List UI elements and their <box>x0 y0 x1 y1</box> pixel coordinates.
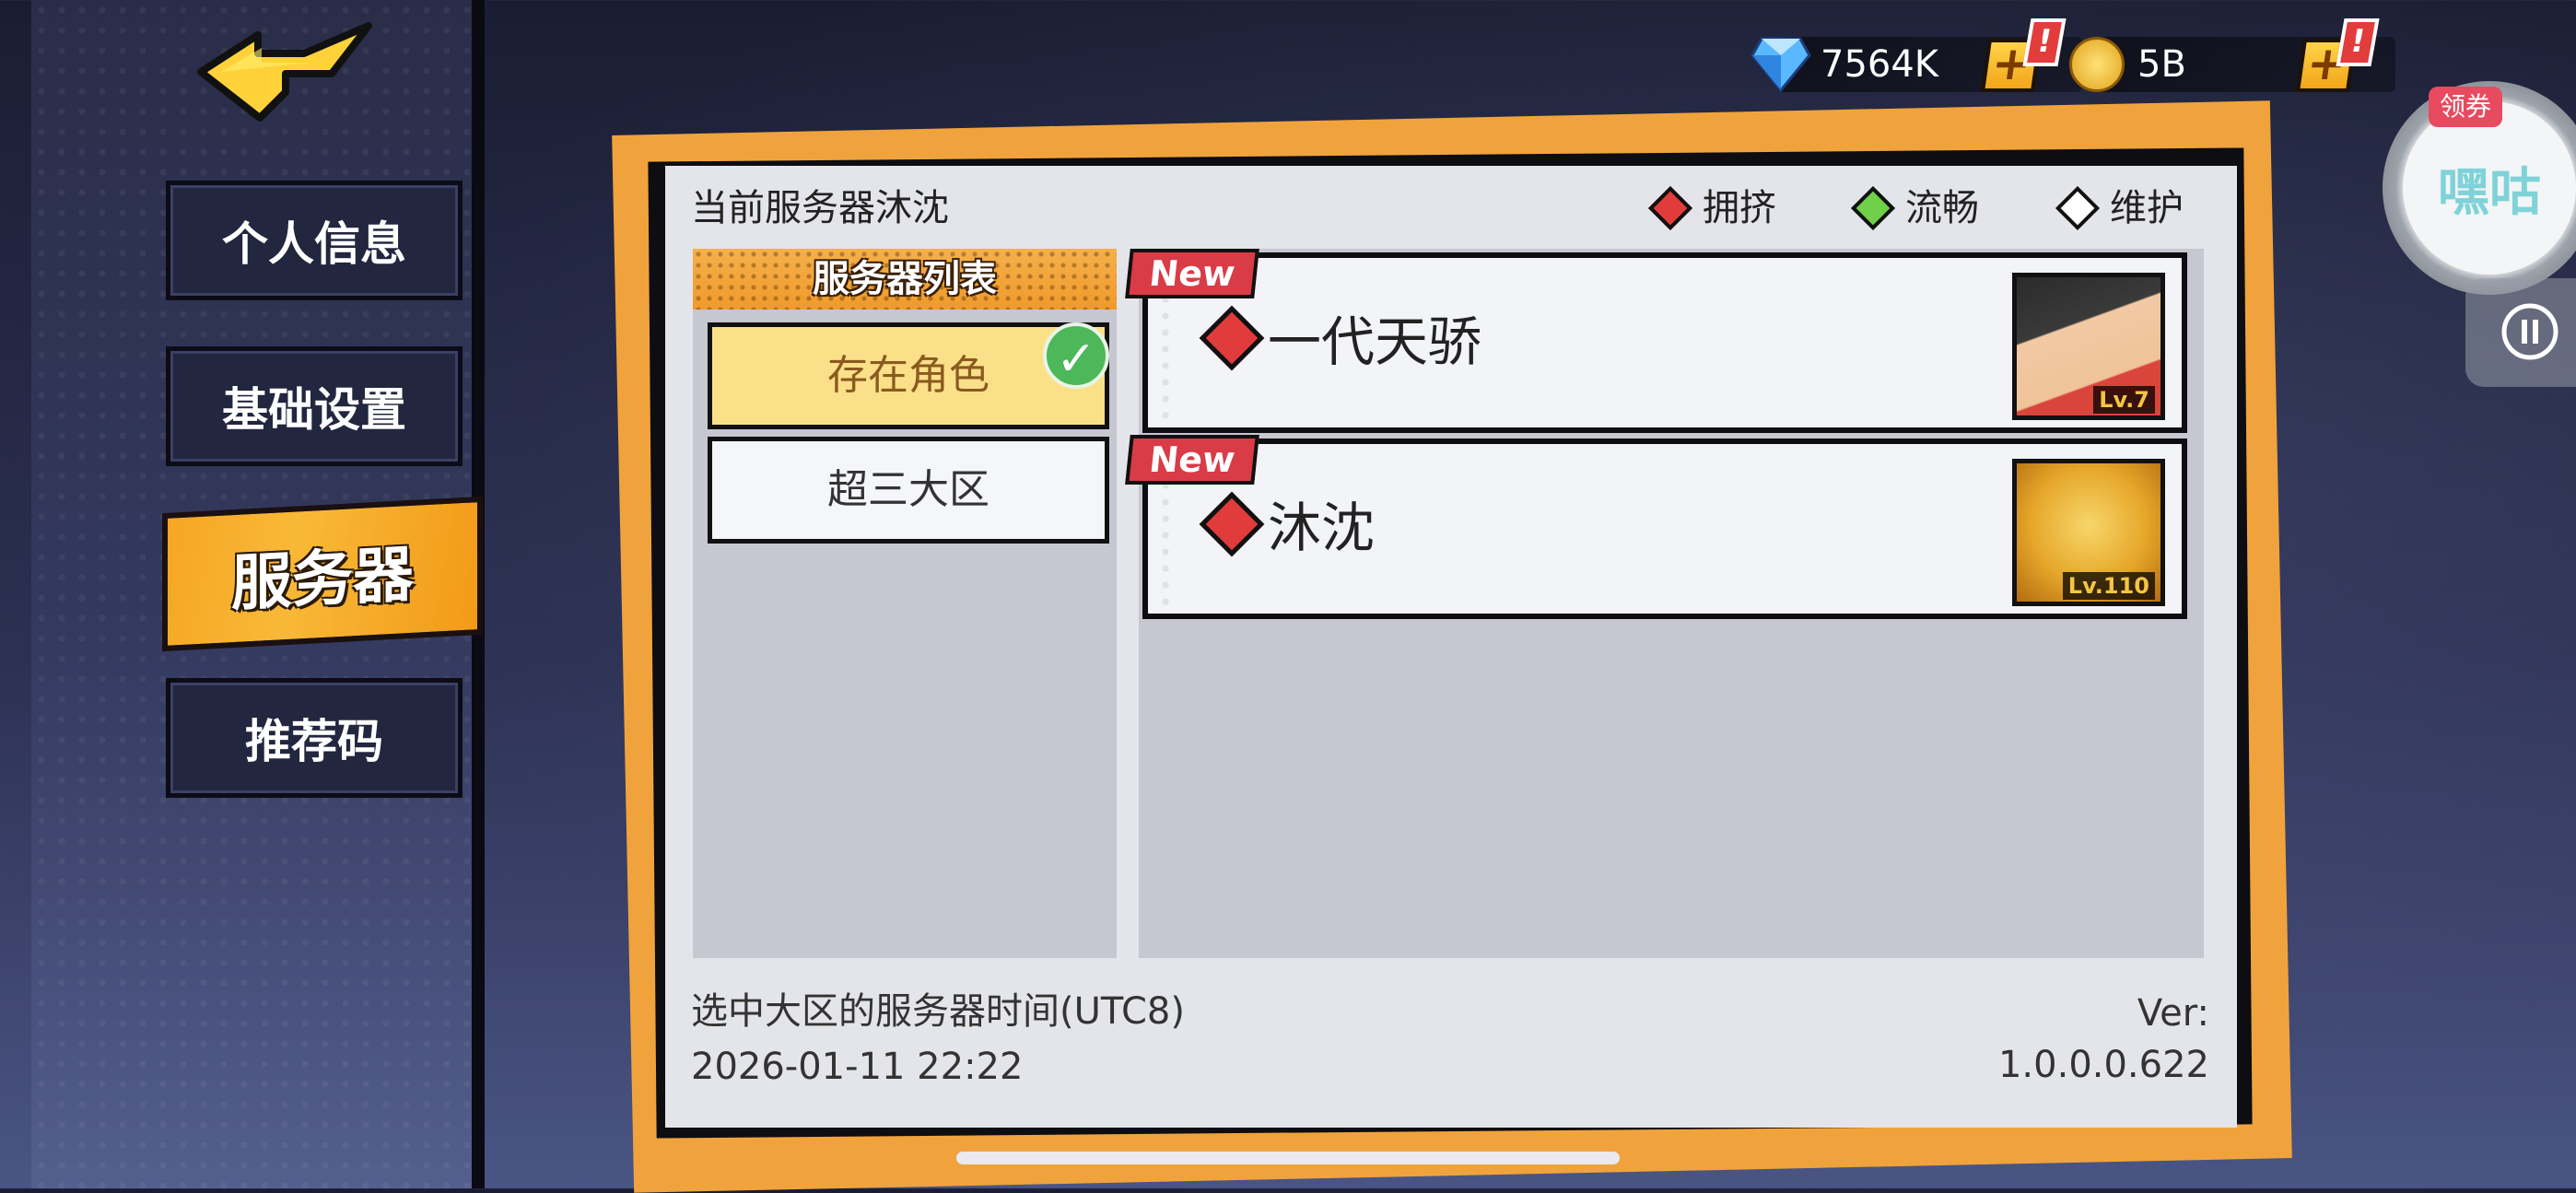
status-diamond-icon <box>2055 185 2101 231</box>
legend-label: 拥挤 <box>1703 187 1776 229</box>
status-diamond-icon <box>1850 185 1896 231</box>
status-diamond-icon <box>1199 491 1265 557</box>
status-diamond-icon <box>1199 305 1265 371</box>
legend-smooth: 流畅 <box>1850 182 1979 234</box>
character-level: Lv.110 <box>2062 572 2155 600</box>
legend-label: 流畅 <box>1905 187 1979 229</box>
server-card-muchen[interactable]: 沐沈 Lv.110 <box>1142 439 2187 619</box>
legend-label: 维护 <box>2110 187 2184 229</box>
status-diamond-icon <box>1647 185 1693 231</box>
character-level: Lv.7 <box>2093 386 2155 414</box>
server-card-yidaitianjiao[interactable]: 一代天骄 Lv.7 <box>1142 252 2187 433</box>
gems-amount: 7564K <box>1821 43 1939 86</box>
new-badge: New <box>1125 435 1259 485</box>
coupon-logo: 嘿咕 <box>2403 101 2576 275</box>
sidebar-item-label: 个人信息 <box>222 217 406 271</box>
sidebar-item-settings[interactable]: 基础设置 <box>166 346 463 466</box>
legend-maintenance: 维护 <box>2055 182 2184 234</box>
category-super-region[interactable]: 超三大区 <box>708 437 1109 544</box>
sidebar-item-profile[interactable]: 个人信息 <box>166 181 463 300</box>
pause-button[interactable] <box>2465 278 2576 387</box>
sidebar-item-server[interactable]: 服务器 <box>162 496 483 652</box>
server-name: 一代天骄 <box>1268 310 1482 373</box>
sidebar-item-label: 基础设置 <box>222 383 406 437</box>
server-list-title: 服务器列表 <box>693 249 1117 310</box>
version-label: Ver: 1.0.0.0.622 <box>1997 992 2209 1086</box>
character-avatar: Lv.110 <box>2012 459 2165 606</box>
pause-icon <box>2501 303 2558 360</box>
gold-coin-icon <box>2069 37 2125 92</box>
back-arrow-icon[interactable] <box>193 7 378 127</box>
server-name: 沐沈 <box>1268 497 1376 559</box>
sidebar-item-label: 推荐码 <box>245 715 383 768</box>
new-badge: New <box>1125 249 1259 298</box>
sidebar-item-label: 服务器 <box>231 538 414 620</box>
home-indicator[interactable] <box>956 1152 1620 1164</box>
gold-amount: 5B <box>2137 43 2186 86</box>
legend-crowded: 拥挤 <box>1647 182 1776 234</box>
server-time-value: 2026-01-11 22:22 <box>691 1046 1024 1088</box>
diamond-gem-icon <box>1751 37 1811 92</box>
character-avatar: Lv.7 <box>2012 273 2165 420</box>
check-icon: ✓ <box>1043 322 1109 389</box>
sidebar-item-referral[interactable]: 推荐码 <box>166 678 463 798</box>
current-server-label: 当前服务器沐沈 <box>691 187 949 229</box>
server-time-label: 选中大区的服务器时间(UTC8) <box>691 990 1185 1033</box>
coupon-tag: 领券 <box>2429 87 2502 127</box>
